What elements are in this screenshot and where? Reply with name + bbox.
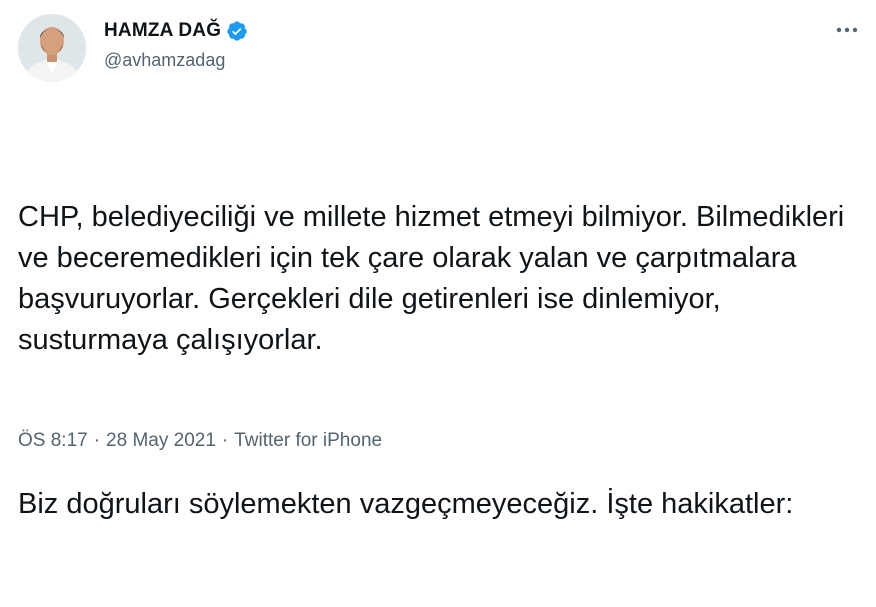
tweet-date[interactable]: 28 May 2021 <box>106 430 216 452</box>
author-avatar[interactable] <box>18 14 86 82</box>
author-display-name[interactable]: HAMZA DAĞ <box>104 20 221 42</box>
tweet-meta: ÖS 8:17 · 28 May 2021 · Twitter for iPho… <box>18 430 382 452</box>
author-handle[interactable]: @avhamzadag <box>104 50 225 71</box>
tweet-time[interactable]: ÖS 8:17 <box>18 430 88 452</box>
profile-photo <box>18 14 86 82</box>
tweet-paragraph: Biz doğruları söylemekten vazgeçmeyeceği… <box>18 488 794 520</box>
author-name-row[interactable]: HAMZA DAĞ <box>104 18 248 44</box>
tweet-paragraph: CHP, belediyeciliği ve millete hizmet et… <box>18 201 853 356</box>
meta-separator: · <box>93 430 101 451</box>
meta-separator: · <box>221 430 229 451</box>
tweet-source[interactable]: Twitter for iPhone <box>234 430 382 452</box>
tweet-card: HAMZA DAĞ @avhamzadag CHP, belediyeciliğ… <box>0 0 876 520</box>
more-options-icon[interactable] <box>832 20 862 40</box>
verified-badge-icon <box>226 20 248 42</box>
tweet-text: CHP, belediyeciliği ve millete hizmet et… <box>18 115 858 607</box>
